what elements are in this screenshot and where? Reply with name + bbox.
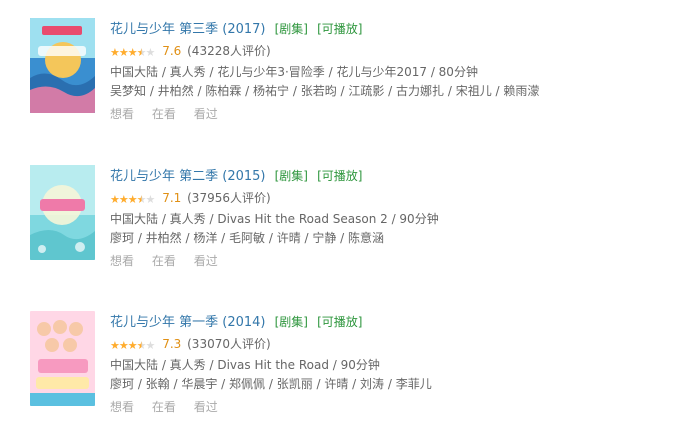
poster-image[interactable]	[30, 311, 95, 406]
title-link[interactable]: 花儿与少年 第三季 (2017)	[110, 22, 266, 37]
poster-art	[30, 165, 95, 260]
star-half-icon: ★	[136, 193, 147, 206]
watching-button[interactable]: 在看	[152, 400, 176, 414]
star-icon: ★	[110, 339, 120, 352]
series-tag[interactable]: [剧集]	[275, 22, 308, 36]
rating-votes: (43228人评价)	[187, 44, 271, 58]
rating-stars: ★★★★★	[110, 43, 156, 62]
poster-art	[30, 311, 95, 406]
playable-tag[interactable]: [可播放]	[317, 22, 362, 36]
want-to-watch-button[interactable]: 想看	[110, 254, 134, 268]
star-icon: ★	[118, 193, 129, 206]
star-empty-icon: ★	[145, 339, 156, 352]
watching-button[interactable]: 在看	[152, 107, 176, 121]
poster-art	[30, 18, 95, 113]
rating-votes: (37956人评价)	[187, 191, 271, 205]
result-item: 花儿与少年 第二季 (2015) [剧集] [可播放] ★★★★★ 7.1 (3…	[30, 165, 690, 268]
playable-tag[interactable]: [可播放]	[317, 169, 362, 183]
meta-info: 中国大陆 / 真人秀 / Divas Hit the Road / 90分钟	[110, 358, 380, 372]
rating-stars: ★★★★★	[110, 336, 156, 355]
star-icon: ★	[127, 339, 138, 352]
poster-image[interactable]	[30, 18, 95, 113]
star-icon: ★	[118, 339, 129, 352]
series-tag[interactable]: [剧集]	[275, 169, 308, 183]
want-to-watch-button[interactable]: 想看	[110, 400, 134, 414]
cast-info: 吴梦知 / 井柏然 / 陈柏霖 / 杨祐宁 / 张若昀 / 江疏影 / 古力娜扎…	[110, 84, 540, 98]
rating-votes: (33070人评价)	[187, 337, 271, 351]
star-empty-icon: ★	[145, 193, 156, 206]
star-icon: ★	[110, 193, 120, 206]
meta-info: 中国大陆 / 真人秀 / 花儿与少年3·冒险季 / 花儿与少年2017 / 80…	[110, 65, 478, 79]
result-item: 花儿与少年 第一季 (2014) [剧集] [可播放] ★★★★★ 7.3 (3…	[30, 311, 690, 414]
playable-tag[interactable]: [可播放]	[317, 315, 362, 329]
star-icon: ★	[127, 193, 138, 206]
rating-score: 7.1	[162, 191, 182, 205]
star-half-icon: ★	[136, 339, 147, 352]
watched-button[interactable]: 看过	[194, 254, 218, 268]
poster-image[interactable]	[30, 165, 95, 260]
result-item: 花儿与少年 第三季 (2017) [剧集] [可播放] ★★★★★ 7.6 (4…	[30, 18, 690, 121]
star-icon: ★	[118, 46, 129, 59]
rating-score: 7.3	[162, 337, 182, 351]
star-half-icon: ★	[136, 46, 147, 59]
rating-stars: ★★★★★	[110, 190, 156, 209]
cast-info: 廖珂 / 井柏然 / 杨洋 / 毛阿敏 / 许晴 / 宁静 / 陈意涵	[110, 231, 385, 245]
watched-button[interactable]: 看过	[194, 400, 218, 414]
title-link[interactable]: 花儿与少年 第二季 (2015)	[110, 169, 266, 184]
star-icon: ★	[127, 46, 138, 59]
star-icon: ★	[110, 46, 120, 59]
star-empty-icon: ★	[145, 46, 156, 59]
watching-button[interactable]: 在看	[152, 254, 176, 268]
meta-info: 中国大陆 / 真人秀 / Divas Hit the Road Season 2…	[110, 212, 439, 226]
watched-button[interactable]: 看过	[194, 107, 218, 121]
rating-score: 7.6	[162, 44, 182, 58]
series-tag[interactable]: [剧集]	[275, 315, 308, 329]
cast-info: 廖珂 / 张翰 / 华晨宇 / 郑佩佩 / 张凯丽 / 许晴 / 刘涛 / 李菲…	[110, 377, 432, 391]
title-link[interactable]: 花儿与少年 第一季 (2014)	[110, 315, 266, 330]
want-to-watch-button[interactable]: 想看	[110, 107, 134, 121]
